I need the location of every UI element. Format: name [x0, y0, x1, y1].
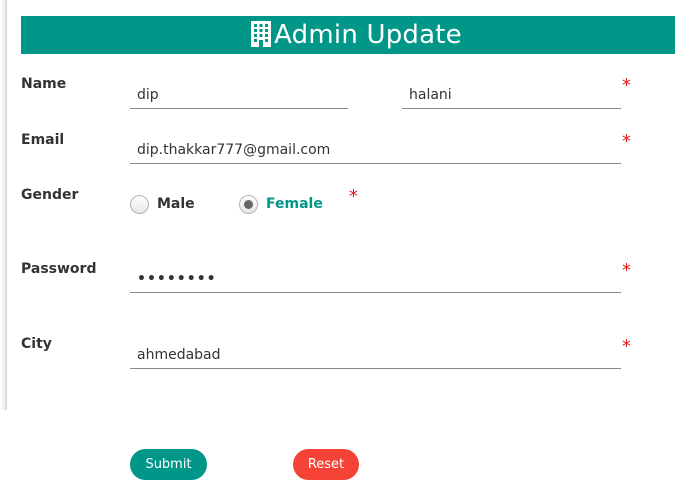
password-required-mark: *: [622, 260, 631, 281]
email-input[interactable]: [130, 136, 621, 164]
name-required-mark: *: [622, 75, 631, 96]
password-input[interactable]: [130, 265, 621, 293]
email-label: Email: [21, 132, 65, 148]
gender-female-radio[interactable]: [239, 195, 258, 214]
gender-label: Gender: [21, 187, 79, 203]
submit-button[interactable]: Submit: [130, 449, 207, 480]
gender-female-label[interactable]: Female: [266, 196, 323, 212]
email-required-mark: *: [622, 131, 631, 152]
left-panel-shadow: [0, 0, 7, 410]
reset-button[interactable]: Reset: [293, 449, 359, 480]
name-label: Name: [21, 76, 67, 92]
gender-required-mark: *: [349, 186, 358, 207]
gender-male-radio[interactable]: [130, 195, 149, 214]
last-name-input[interactable]: [402, 81, 621, 109]
city-label: City: [21, 336, 52, 352]
gender-male-label[interactable]: Male: [157, 196, 195, 212]
first-name-input[interactable]: [130, 81, 348, 109]
password-label: Password: [21, 261, 97, 277]
page-title: Admin Update: [274, 20, 462, 50]
city-input[interactable]: [130, 341, 621, 369]
page-header: Admin Update: [21, 16, 675, 54]
building-icon: [251, 21, 271, 47]
city-required-mark: *: [622, 336, 631, 357]
